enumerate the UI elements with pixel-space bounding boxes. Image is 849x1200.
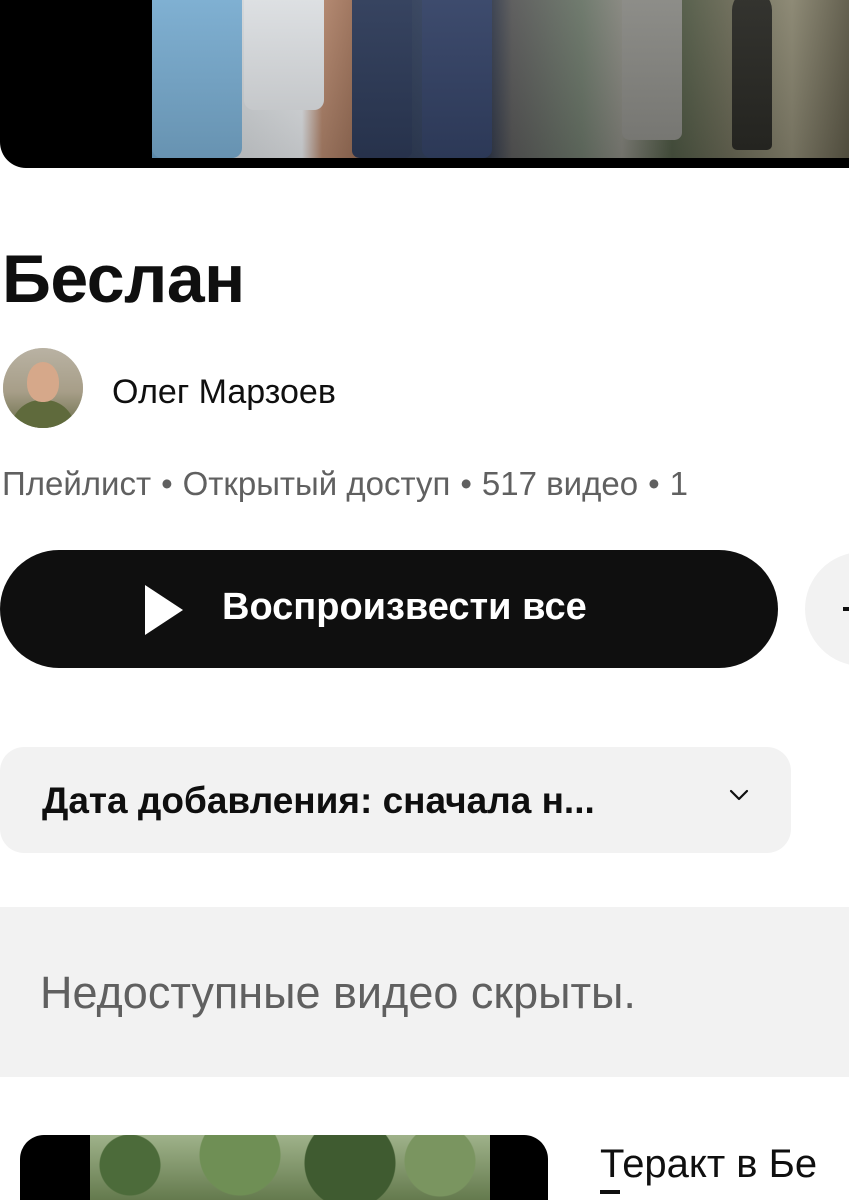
playlist-meta: Плейлист • Открытый доступ • 517 видео • 1: [2, 465, 688, 503]
meta-separator: •: [648, 465, 660, 502]
hidden-videos-text: Недоступные видео скрыты.: [40, 967, 636, 1018]
avatar-head: [27, 362, 59, 402]
hidden-videos-notice: Недоступные видео скрыты.: [0, 907, 849, 1077]
play-all-label: Воспроизвести все: [222, 586, 587, 628]
channel-avatar[interactable]: [3, 348, 83, 428]
shuffle-icon: [843, 607, 849, 611]
meta-separator: •: [161, 465, 173, 502]
meta-type: Плейлист: [2, 465, 152, 502]
video-thumbnail-photo: [90, 1135, 490, 1200]
meta-extra: 1: [669, 465, 688, 502]
shuffle-button[interactable]: [805, 552, 849, 666]
play-icon: [145, 585, 183, 635]
video-title[interactable]: Теракт в Бе: [600, 1142, 817, 1187]
meta-separator: •: [460, 465, 472, 502]
header-thumbnail-photo: [152, 0, 849, 158]
sort-dropdown[interactable]: Дата добавления: сначала н...: [0, 747, 791, 853]
play-all-button[interactable]: Воспроизвести все: [0, 550, 778, 668]
meta-access: Открытый доступ: [182, 465, 451, 502]
playlist-header-thumbnail[interactable]: [0, 0, 849, 168]
video-title-second-line: [600, 1190, 620, 1194]
photo-shade: [152, 0, 849, 158]
playlist-title: Беслан: [2, 241, 245, 317]
sort-label: Дата добавления: сначала н...: [42, 780, 595, 821]
channel-name[interactable]: Олег Марзоев: [112, 373, 336, 412]
playlist-page: Беслан Олег Марзоев Плейлист • Открытый до…: [0, 0, 849, 1200]
meta-video-count: 517 видео: [481, 465, 639, 502]
chevron-down-icon: [729, 789, 749, 801]
video-thumbnail[interactable]: [20, 1135, 548, 1200]
